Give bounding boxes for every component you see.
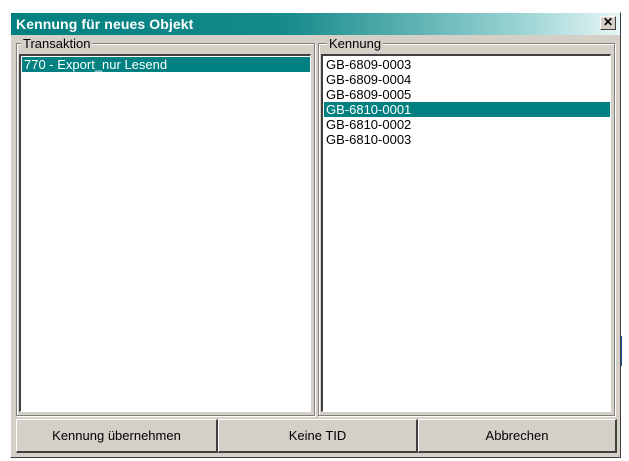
kennung-list-item[interactable]: GB-6810-0001 xyxy=(324,102,610,117)
transaktion-group: Transaktion 770 - Export_nur Lesend xyxy=(16,36,315,416)
kennung-list-item[interactable]: GB-6809-0003 xyxy=(324,57,610,72)
kennung-list-item[interactable]: GB-6809-0005 xyxy=(324,87,610,102)
kennung-list-item[interactable]: GB-6809-0004 xyxy=(324,72,610,87)
accept-kennung-button[interactable]: Kennung übernehmen xyxy=(16,419,218,453)
button-bar: Kennung übernehmen Keine TID Abbrechen xyxy=(16,419,617,453)
kennung-list[interactable]: GB-6809-0003 GB-6809-0004 GB-6809-0005 G… xyxy=(321,54,611,412)
transaktion-list-item[interactable]: 770 - Export_nur Lesend xyxy=(22,57,310,72)
title-bar[interactable]: Kennung für neues Objekt ✕ xyxy=(11,13,620,35)
window-title: Kennung für neues Objekt xyxy=(16,16,194,32)
close-button[interactable]: ✕ xyxy=(600,16,616,30)
dialog-window: Kennung für neues Objekt ✕ Transaktion 7… xyxy=(10,12,621,458)
transaktion-list[interactable]: 770 - Export_nur Lesend xyxy=(19,54,311,412)
cancel-button[interactable]: Abbrechen xyxy=(418,419,617,453)
no-tid-button[interactable]: Keine TID xyxy=(218,419,418,453)
kennung-list-item[interactable]: GB-6810-0002 xyxy=(324,117,610,132)
kennung-group: Kennung GB-6809-0003 GB-6809-0004 GB-680… xyxy=(318,36,615,416)
transaktion-legend: Transaktion xyxy=(21,36,93,51)
kennung-list-item[interactable]: GB-6810-0003 xyxy=(324,132,610,147)
close-icon: ✕ xyxy=(602,15,614,29)
background-window-edge xyxy=(621,336,622,366)
kennung-legend: Kennung xyxy=(327,36,384,51)
